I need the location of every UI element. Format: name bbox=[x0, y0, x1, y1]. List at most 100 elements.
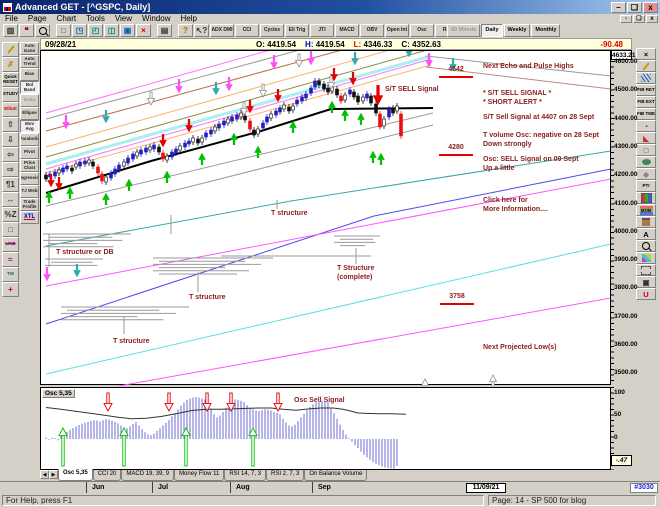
left-study-bias[interactable]: Bias bbox=[20, 68, 39, 81]
left-study-xtl[interactable]: XTL bbox=[20, 211, 39, 224]
mdi-restore-button[interactable]: ❏ bbox=[633, 15, 645, 23]
left-study-ellipse[interactable]: Ellipse bbox=[20, 107, 39, 120]
undo-button[interactable]: U bbox=[636, 288, 656, 300]
tab-scroll-left-button[interactable]: ◀ bbox=[40, 470, 49, 479]
copy-page-icon[interactable]: ▣ bbox=[636, 276, 656, 288]
study-button-open-int[interactable]: Open Int bbox=[385, 24, 409, 37]
study-button-cycles[interactable]: Cycles bbox=[260, 24, 284, 37]
mdi-close-button[interactable]: x bbox=[646, 15, 658, 23]
period-button-60-minute[interactable]: 60 Minute bbox=[447, 24, 481, 37]
up-arrow-tool-icon[interactable]: ⇧ bbox=[2, 117, 19, 132]
fib-ext-button[interactable]: FIB EXT bbox=[636, 96, 656, 108]
close-button[interactable]: x bbox=[643, 1, 658, 13]
fib-time-button[interactable]: FIB TME bbox=[636, 108, 656, 120]
study-list-button[interactable]: STUDY bbox=[2, 87, 19, 102]
left-study-price-clust[interactable]: Price Clust bbox=[20, 159, 39, 172]
tab-osc-5-35[interactable]: Osc 5,35 bbox=[58, 469, 93, 481]
text-tool-button[interactable]: A bbox=[636, 228, 656, 240]
study-button-jti[interactable]: JTI bbox=[310, 24, 334, 37]
zoom-tool-icon[interactable] bbox=[636, 240, 656, 252]
study-button-adx-dmi[interactable]: ADX DMI bbox=[210, 24, 234, 37]
diamond-tool-icon[interactable]: ◆ bbox=[636, 168, 656, 180]
brush-icon[interactable] bbox=[2, 42, 19, 57]
menu-tools[interactable]: Tools bbox=[81, 14, 110, 24]
grid-tool-icon[interactable] bbox=[636, 192, 656, 204]
quote-page-icon[interactable]: ❝ bbox=[19, 24, 34, 37]
left-study-parabolic[interactable]: Parabolic bbox=[20, 133, 39, 146]
study-button-cci[interactable]: CCI bbox=[235, 24, 259, 37]
channel-tool-icon[interactable] bbox=[636, 72, 656, 84]
minimize-button[interactable]: – bbox=[611, 1, 626, 13]
left-study-bol-band[interactable]: Bol Band bbox=[20, 81, 39, 94]
pencil-tool-icon[interactable] bbox=[636, 60, 656, 72]
left-study-delta[interactable]: Delta bbox=[20, 94, 39, 107]
print-icon[interactable]: ▤ bbox=[157, 24, 172, 37]
delete-icon[interactable]: × bbox=[136, 24, 151, 37]
left-study-pivot[interactable]: Pivot bbox=[20, 146, 39, 159]
menu-page[interactable]: Page bbox=[23, 14, 52, 24]
context-help-icon[interactable]: ↖? bbox=[194, 24, 209, 37]
restore-button[interactable]: ❏ bbox=[627, 1, 642, 13]
tab-cci-20[interactable]: CCI 20 bbox=[92, 470, 122, 481]
pti-button[interactable]: PTI bbox=[636, 180, 656, 192]
open-page-icon[interactable]: ◳ bbox=[72, 24, 87, 37]
left-study-trade-profile[interactable]: Trade Profile bbox=[20, 198, 39, 211]
box-tool-icon[interactable]: □ bbox=[636, 144, 656, 156]
tab-money-flow-11[interactable]: Money Flow 11 bbox=[174, 470, 225, 481]
gann-wheel-icon[interactable]: ◔ bbox=[636, 120, 656, 132]
study-button-macd[interactable]: MACD bbox=[335, 24, 359, 37]
left-study-auto-gann[interactable]: Auto Gann bbox=[20, 42, 39, 55]
help-icon[interactable]: ? bbox=[178, 24, 193, 37]
line-tool-button[interactable]: LINE bbox=[2, 237, 19, 252]
palette-icon[interactable] bbox=[636, 252, 656, 264]
stamp-tool-icon[interactable] bbox=[636, 216, 656, 228]
down-arrow-tool-icon[interactable]: ⇩ bbox=[2, 132, 19, 147]
gann-squiggle-icon[interactable]: ≈ bbox=[2, 252, 19, 267]
tab-rsi-14-7-3[interactable]: RSI 14, 7, 3 bbox=[224, 470, 266, 481]
left-study-tj-web[interactable]: TJ Web bbox=[20, 185, 39, 198]
bar-chart-icon[interactable]: ▥ bbox=[3, 24, 18, 37]
menu-chart[interactable]: Chart bbox=[52, 14, 82, 24]
oscillator-panel[interactable]: Osc 5,35 Osc Sell Signal bbox=[40, 387, 610, 470]
compare-tool-icon[interactable]: ↔ bbox=[2, 192, 19, 207]
tab-scroll-right-button[interactable]: ▶ bbox=[49, 470, 58, 479]
period-button-daily[interactable]: Daily bbox=[481, 24, 503, 37]
new-page-icon[interactable]: □ bbox=[56, 24, 71, 37]
menu-help[interactable]: Help bbox=[175, 14, 201, 24]
left-study-auto-trend[interactable]: Auto Trend bbox=[20, 55, 39, 68]
period-button-weekly[interactable]: Weekly bbox=[503, 24, 531, 37]
left-arrow-tool-icon[interactable]: ⇦ bbox=[2, 147, 19, 162]
tab-on-balance-volume[interactable]: On Balance Volume bbox=[304, 470, 368, 481]
left-study-regression[interactable]: Regression bbox=[20, 172, 39, 185]
chart-link-annotation[interactable]: Click here for bbox=[483, 197, 528, 205]
ellipse-tool-icon[interactable] bbox=[636, 156, 656, 168]
tw-button[interactable]: TW bbox=[2, 267, 19, 282]
study-button-obv[interactable]: OBV bbox=[360, 24, 384, 37]
cascade-windows-icon[interactable]: ◰ bbox=[88, 24, 103, 37]
menu-file[interactable]: File bbox=[0, 14, 23, 24]
marquee-tool-icon[interactable] bbox=[636, 264, 656, 276]
tab-macd-19-39-9[interactable]: MACD 19, 39, 9 bbox=[121, 470, 175, 481]
fib-ret-button[interactable]: FIB RET bbox=[636, 84, 656, 96]
copy-icon[interactable]: ▣ bbox=[120, 24, 135, 37]
percent-tool-icon[interactable]: %Z bbox=[2, 207, 19, 222]
fan-lines-icon[interactable]: ◣ bbox=[636, 132, 656, 144]
menu-view[interactable]: View bbox=[110, 14, 137, 24]
chart-link-annotation[interactable]: More Information.... bbox=[483, 206, 548, 214]
left-study-mov-avg[interactable]: Mov Avg bbox=[20, 120, 39, 133]
pilcrow-tool-icon[interactable]: ¶1 bbox=[2, 177, 19, 192]
mdi-minimize-button[interactable]: - bbox=[620, 15, 632, 23]
mob-button[interactable]: MOB bbox=[636, 204, 656, 216]
rectangle-tool-icon[interactable]: □ bbox=[2, 222, 19, 237]
crosshair-icon[interactable]: + bbox=[2, 282, 19, 297]
period-button-monthly[interactable]: Monthly bbox=[531, 24, 561, 37]
menu-window[interactable]: Window bbox=[137, 14, 175, 24]
elliott-button[interactable]: Elliott bbox=[2, 102, 19, 117]
color-bars-icon[interactable]: ✗ bbox=[2, 57, 19, 72]
zoom-icon[interactable] bbox=[35, 24, 50, 37]
tile-windows-icon[interactable]: ◫ bbox=[104, 24, 119, 37]
study-button-osc[interactable]: Osc bbox=[410, 24, 434, 37]
price-chart-panel[interactable]: Next Echo and Pulse Highs * S/T SELL SIGN… bbox=[40, 50, 611, 386]
title-bar[interactable]: Advanced GET - [^GSPC, Daily] – ❏ x bbox=[0, 0, 660, 14]
delete-tool-icon[interactable]: × bbox=[636, 48, 656, 60]
